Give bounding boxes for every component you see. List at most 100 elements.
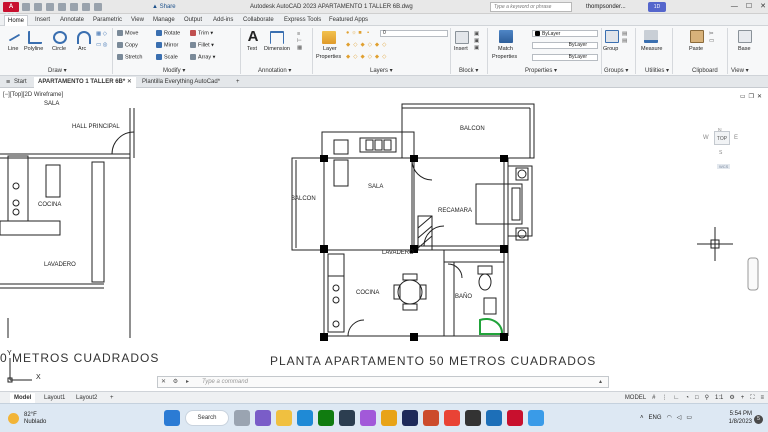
- circle-icon[interactable]: [53, 31, 67, 44]
- floor-plan-drawing[interactable]: [0, 88, 768, 389]
- tab-insert[interactable]: Insert: [32, 15, 53, 25]
- edge-icon[interactable]: [297, 410, 313, 426]
- measure-icon[interactable]: [644, 30, 658, 43]
- notification-badge[interactable]: 1D: [648, 2, 666, 12]
- navigation-bar[interactable]: [747, 257, 759, 291]
- dimension-icon[interactable]: [270, 31, 284, 44]
- trim-button[interactable]: Trim ▾: [190, 30, 213, 37]
- save-icon[interactable]: [46, 3, 54, 11]
- line-icon[interactable]: [5, 28, 21, 42]
- clipboard-group-label[interactable]: Clipboard: [692, 67, 718, 75]
- text-button[interactable]: Text: [247, 46, 257, 53]
- polar-icon[interactable]: ◔: [685, 393, 689, 403]
- drawing-canvas[interactable]: [−][Top][2D Wireframe] ▭ ❐ ✕ SALA HALL P…: [0, 88, 768, 389]
- close-button[interactable]: ✕: [760, 1, 766, 13]
- tab-add-ins[interactable]: Add-ins: [210, 15, 236, 25]
- utilities-group-label[interactable]: Utilities ▾: [645, 67, 669, 75]
- photoshop-icon[interactable]: [402, 410, 418, 426]
- autocad-app-icon[interactable]: A CAD: [3, 2, 19, 20]
- layer-properties-button[interactable]: Layer: [323, 46, 337, 53]
- tab-home[interactable]: Home: [4, 15, 29, 26]
- layer-tools-icons-2[interactable]: ◆◇◆◇◆◇: [346, 54, 389, 61]
- tab-featured-apps[interactable]: Featured Apps: [326, 15, 371, 25]
- new-icon[interactable]: [22, 3, 30, 11]
- app-icon[interactable]: [528, 410, 544, 426]
- xbox-icon[interactable]: [318, 410, 334, 426]
- compass-s[interactable]: S: [719, 150, 722, 156]
- open-icon[interactable]: [34, 3, 42, 11]
- file-explorer-icon[interactable]: [276, 410, 292, 426]
- tab-express-tools[interactable]: Express Tools: [281, 15, 324, 25]
- polyline-button[interactable]: Polyline: [24, 46, 43, 53]
- layers-group-label[interactable]: Layers ▾: [370, 67, 393, 75]
- text-icon[interactable]: A: [246, 29, 260, 44]
- teams-icon[interactable]: [255, 410, 271, 426]
- grid-icon[interactable]: #: [652, 393, 655, 403]
- weather-widget[interactable]: 82°F Nublado: [24, 412, 46, 426]
- annotation-group-label[interactable]: Annotation ▾: [258, 67, 291, 75]
- rotate-button[interactable]: Rotate: [156, 30, 180, 37]
- array-button[interactable]: Array ▾: [190, 54, 215, 61]
- group-icon[interactable]: [605, 30, 619, 43]
- match-properties-button[interactable]: Match: [498, 46, 513, 53]
- task-view-icon[interactable]: [234, 410, 250, 426]
- command-history-icon[interactable]: ▸: [184, 379, 191, 386]
- maximize-button[interactable]: ☐: [746, 1, 752, 13]
- viewcube[interactable]: N W TOP E S WCS: [698, 122, 744, 182]
- wifi-icon[interactable]: ◠: [667, 413, 672, 423]
- tab-layout1[interactable]: Layout1: [40, 393, 69, 403]
- osnap-icon[interactable]: □: [695, 393, 699, 403]
- match-properties-icon[interactable]: [499, 30, 513, 43]
- layer-state-icons[interactable]: ●☼■ ▪: [346, 30, 371, 37]
- windows-start-icon[interactable]: [164, 410, 180, 426]
- tab-layout2[interactable]: Layout2: [72, 393, 101, 403]
- paste-button[interactable]: Paste: [689, 46, 703, 53]
- compass-e[interactable]: E: [734, 135, 738, 141]
- customize-icon[interactable]: ≡: [760, 393, 764, 403]
- weather-icon[interactable]: [8, 413, 19, 424]
- command-close-icon[interactable]: ✕: [160, 379, 167, 386]
- autocad-taskbar-icon[interactable]: [507, 410, 523, 426]
- share-button[interactable]: ▲ Share: [152, 2, 176, 12]
- battery-icon[interactable]: ▭: [686, 413, 692, 423]
- app-icon[interactable]: [381, 410, 397, 426]
- layer-properties-button-2[interactable]: Properties: [316, 54, 341, 61]
- undo-icon[interactable]: [82, 3, 90, 11]
- notification-count[interactable]: 5: [754, 415, 763, 424]
- tab-model[interactable]: Model: [10, 393, 36, 403]
- viewcube-top-face[interactable]: TOP: [714, 131, 730, 145]
- annotation-extra-icon[interactable]: ≡ ⊢ ▦: [297, 31, 302, 52]
- tray-chevron-icon[interactable]: ˄: [640, 413, 644, 423]
- model-space-toggle[interactable]: MODEL: [625, 393, 646, 403]
- annotation-scale[interactable]: 1:1: [715, 393, 723, 403]
- lineweight-dropdown[interactable]: ByLayer: [532, 54, 598, 61]
- doc-tab-apartamento[interactable]: APARTAMENTO 1 TALLER 6B* ✕: [34, 77, 136, 88]
- plus-icon[interactable]: +: [741, 393, 745, 403]
- tab-view[interactable]: View: [128, 15, 147, 25]
- modify-group-label[interactable]: Modify ▾: [163, 67, 185, 75]
- clipboard-extra-icon[interactable]: ✂ ▭: [709, 31, 714, 45]
- copy-button[interactable]: Copy: [117, 42, 138, 49]
- redo-icon[interactable]: [94, 3, 102, 11]
- doc-tab-plantilla[interactable]: Plantilla Everything AutoCad*: [138, 77, 224, 88]
- draw-extra-icon[interactable]: ▦ ◇: [96, 31, 107, 38]
- group-button[interactable]: Group: [603, 46, 618, 53]
- view-group-label[interactable]: View ▾: [731, 67, 749, 75]
- fillet-button[interactable]: Fillet ▾: [190, 42, 214, 49]
- paste-icon[interactable]: [690, 30, 704, 43]
- tab-manage[interactable]: Manage: [150, 15, 178, 25]
- draw-extra2-icon[interactable]: ▭ ◎: [96, 42, 108, 49]
- doc-tab-start[interactable]: Start: [10, 77, 31, 88]
- fullscreen-icon[interactable]: ⛶: [750, 393, 754, 403]
- insert-button[interactable]: Insert: [454, 46, 468, 53]
- command-settings-icon[interactable]: ⚙: [172, 379, 179, 386]
- color-dropdown[interactable]: ByLayer: [532, 30, 598, 37]
- volume-icon[interactable]: ◁: [677, 413, 682, 423]
- block-extra-icon[interactable]: ▣ ▣ ▣: [474, 31, 479, 52]
- workspace-gear-icon[interactable]: ⚙: [729, 393, 734, 403]
- groups-group-label[interactable]: Groups ▾: [604, 67, 628, 75]
- taskbar-search[interactable]: Search: [185, 410, 229, 426]
- arc-icon[interactable]: [77, 31, 91, 44]
- app-icon[interactable]: [360, 410, 376, 426]
- polyline-icon[interactable]: [28, 31, 42, 44]
